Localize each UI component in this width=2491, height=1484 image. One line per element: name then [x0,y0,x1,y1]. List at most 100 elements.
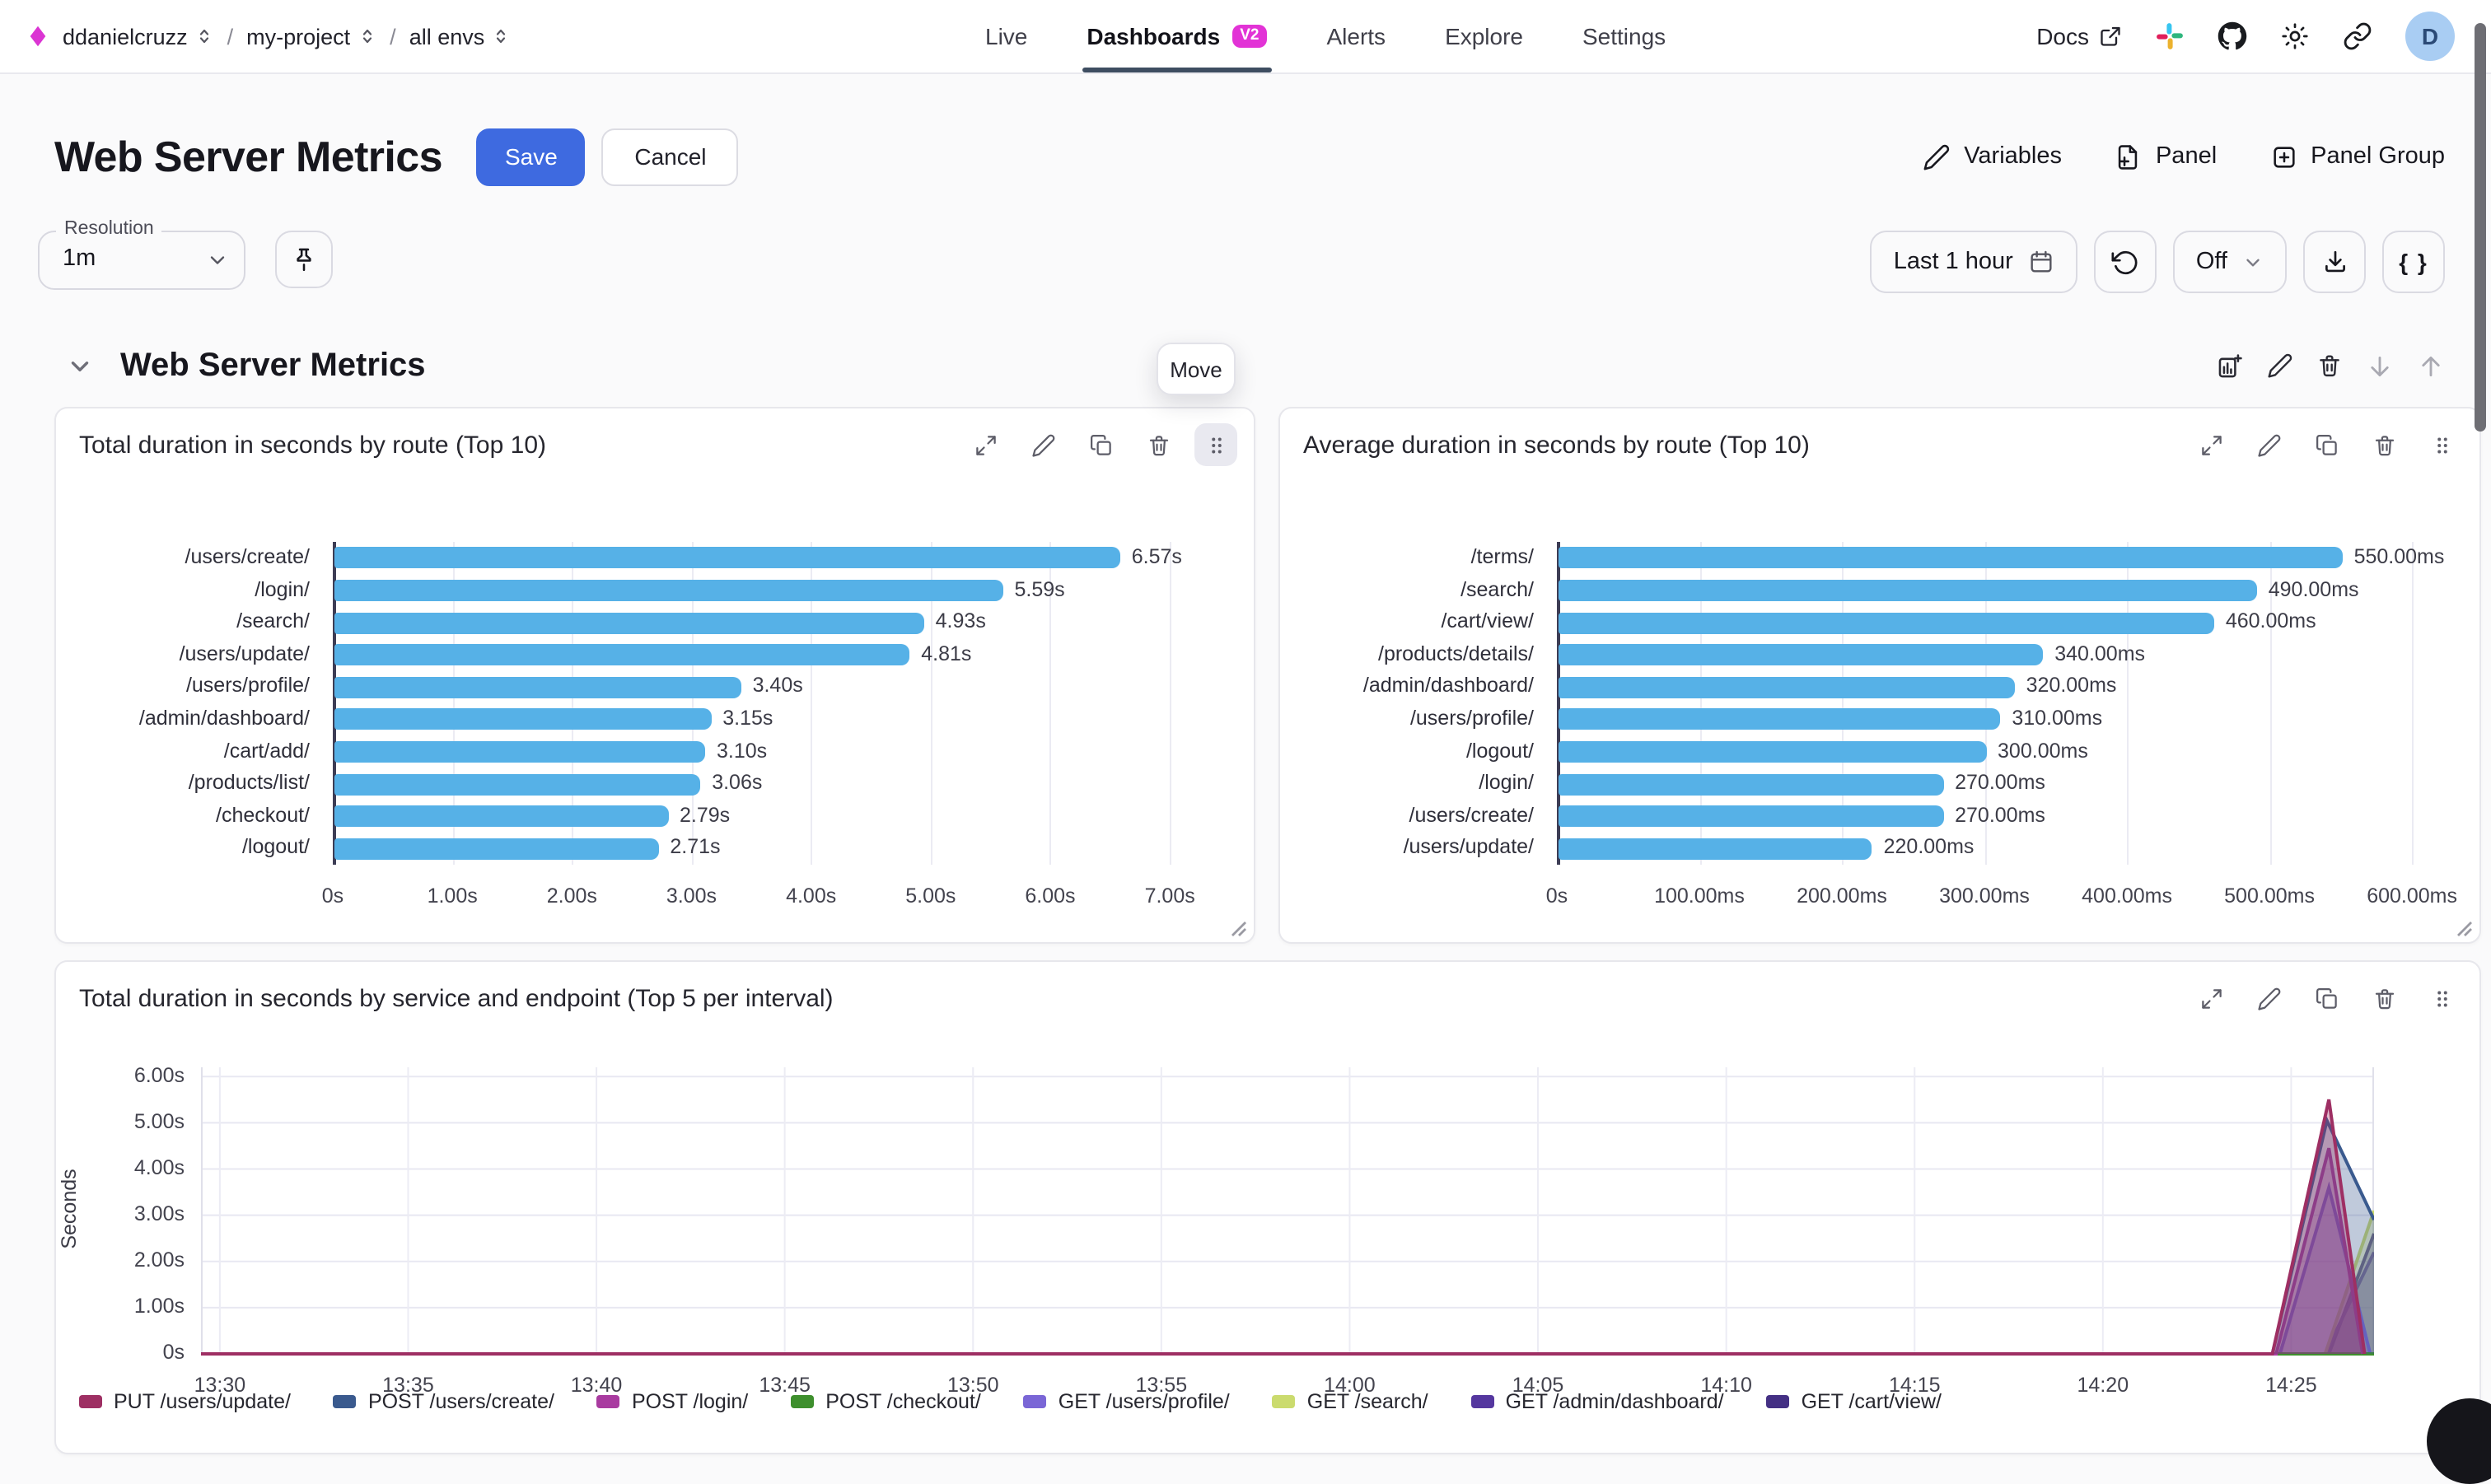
add-panel-group-button[interactable]: Panel Group [2269,142,2445,170]
pin-button[interactable] [275,231,333,288]
legend-item[interactable]: POST /checkout/ [791,1390,981,1413]
edit-panel-button[interactable] [2247,423,2290,466]
bar[interactable] [1559,612,2214,633]
bar-value-label: 550.00ms [2354,542,2445,574]
bar[interactable] [334,548,1120,569]
main-navigation: Live Dashboards V2 Alerts Explore Settin… [985,0,1666,72]
delete-group-button[interactable] [2316,352,2343,379]
time-range-button[interactable]: Last 1 hour [1871,231,2077,293]
refresh-button[interactable] [2094,231,2157,293]
bar[interactable] [1559,580,2257,601]
json-braces-button[interactable]: { } [2382,231,2445,293]
expand-panel-button[interactable] [964,423,1007,466]
github-icon[interactable] [2218,21,2247,51]
legend-item[interactable]: PUT /users/update/ [79,1390,291,1413]
bar[interactable] [334,709,711,730]
legend-swatch [334,1395,357,1408]
bar[interactable] [1559,548,2343,569]
edit-panel-button[interactable] [1021,423,1064,466]
drag-handle-icon [2429,432,2454,457]
delete-panel-button[interactable] [1137,423,1180,466]
breadcrumb-org[interactable]: ddanielcruzz [63,24,214,49]
expand-panel-button[interactable] [2190,977,2232,1020]
bar[interactable] [334,741,705,763]
duplicate-panel-button[interactable] [2305,977,2348,1020]
delete-panel-button[interactable] [2362,977,2405,1020]
panel-duration-by-service-endpoint: Total duration in seconds by service and… [54,960,2481,1454]
nav-item-explore[interactable]: Explore [1445,0,1523,72]
breadcrumb-org-label: ddanielcruzz [63,24,188,49]
add-chart-button[interactable] [2216,352,2244,380]
y-tick-label: 6.00s [76,1063,185,1086]
nav-item-settings[interactable]: Settings [1582,0,1666,72]
series-area [201,1099,2365,1354]
bar[interactable] [334,612,924,633]
docs-link[interactable]: Docs [2036,23,2122,49]
bar[interactable] [1559,741,1986,763]
cancel-button[interactable]: Cancel [602,128,739,185]
page-header: Web Server Metrics Save Cancel Variables… [54,124,2445,189]
bar-value-label: 220.00ms [1884,833,1975,865]
edit-group-button[interactable] [2267,352,2293,379]
series-area [201,1234,2374,1354]
legend-item[interactable]: GET /cart/view/ [1767,1390,1942,1413]
legend-item[interactable]: POST /login/ [597,1390,748,1413]
legend-item[interactable]: POST /users/create/ [334,1390,554,1413]
timeseries-plot[interactable] [201,1067,2374,1357]
user-avatar[interactable]: D [2405,12,2455,61]
panel-group-actions [2216,352,2445,380]
download-button[interactable] [2303,231,2366,293]
expand-panel-button[interactable] [2190,423,2232,466]
bar[interactable] [334,838,658,859]
nav-item-dashboards[interactable]: Dashboards V2 [1087,0,1267,72]
auto-refresh-select[interactable]: Off [2173,231,2287,293]
bar[interactable] [1559,644,2043,665]
nav-item-alerts[interactable]: Alerts [1326,0,1386,72]
drag-panel-handle[interactable] [2420,977,2463,1020]
bar[interactable] [1559,805,1943,827]
share-link-icon[interactable] [2343,21,2372,51]
legend-item[interactable]: GET /search/ [1273,1390,1428,1413]
legend-label: POST /login/ [632,1390,748,1413]
duplicate-panel-button[interactable] [2305,423,2348,466]
resolution-select[interactable]: Resolution 1m [38,231,245,290]
bar-value-label: 3.15s [722,703,773,735]
breadcrumb-project[interactable]: my-project [246,24,376,49]
breadcrumb-environment[interactable]: all envs [409,24,512,49]
panel-group-header: Web Server Metrics [66,334,2445,397]
move-group-up-button[interactable] [2417,352,2445,380]
legend-item[interactable]: GET /users/profile/ [1024,1390,1230,1413]
bar[interactable] [1559,773,1943,795]
collapse-chevron-icon[interactable] [66,352,94,380]
bar[interactable] [334,805,668,827]
vertical-scrollbar-thumb[interactable] [2475,23,2486,432]
bar[interactable] [1559,838,1872,859]
add-panel-button[interactable]: Panel [2115,142,2217,170]
y-tick-label: 3.00s [76,1202,185,1225]
move-group-down-button[interactable] [2366,352,2394,380]
delete-panel-button[interactable] [2362,423,2405,466]
resize-handle-icon[interactable] [2456,921,2473,937]
bar[interactable] [334,676,741,698]
legend-item[interactable]: GET /admin/dashboard/ [1471,1390,1724,1413]
series-line [201,1211,2374,1354]
bar[interactable] [334,644,909,665]
variables-button[interactable]: Variables [1923,142,2062,170]
theme-sun-icon[interactable] [2280,21,2310,51]
slack-icon[interactable] [2155,21,2185,51]
bar[interactable] [334,580,1002,601]
drag-panel-handle[interactable] [1194,423,1237,466]
bar[interactable] [334,773,700,795]
drag-panel-handle[interactable] [2420,423,2463,466]
x-tick-label: 3.00s [632,884,750,908]
legend-label: POST /checkout/ [825,1390,981,1413]
bar[interactable] [1559,709,2000,730]
resize-handle-icon[interactable] [1231,921,1247,937]
duplicate-panel-button[interactable] [1079,423,1122,466]
save-button[interactable]: Save [477,128,586,185]
series-area [201,1188,2370,1354]
edit-panel-button[interactable] [2247,977,2290,1020]
top-navigation-bar: ddanielcruzz / my-project / all envs Liv… [0,0,2491,74]
nav-item-live[interactable]: Live [985,0,1027,72]
bar[interactable] [1559,676,2015,698]
